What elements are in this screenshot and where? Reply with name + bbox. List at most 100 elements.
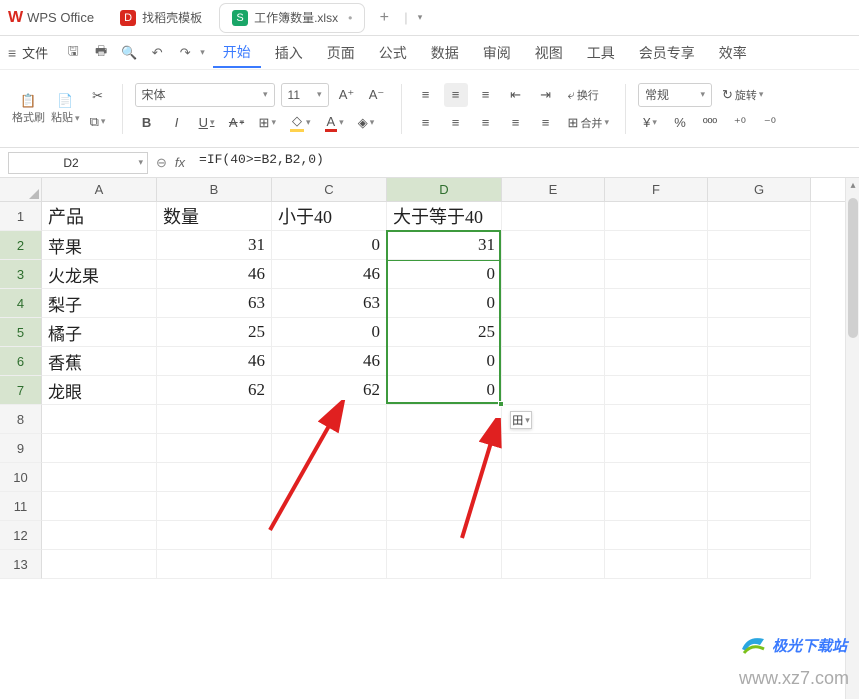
cell-B12[interactable] [157,521,272,550]
cell-B13[interactable] [157,550,272,579]
cell-C12[interactable] [272,521,387,550]
cell-F3[interactable] [605,260,708,289]
print-icon[interactable]: 🖶 [88,40,114,66]
cell-C1[interactable]: 小于40 [272,202,387,231]
copy-icon[interactable]: ⧉▾ [86,110,110,134]
scroll-thumb[interactable] [848,198,858,338]
new-tab-button[interactable]: + [374,8,394,28]
cell-D4[interactable]: 0 [387,289,502,318]
cell-B11[interactable] [157,492,272,521]
row-header-12[interactable]: 12 [0,521,42,550]
cell-D6[interactable]: 0 [387,347,502,376]
cell-G6[interactable] [708,347,811,376]
cell-G7[interactable] [708,376,811,405]
cell-C2[interactable]: 0 [272,231,387,260]
cell-E13[interactable] [502,550,605,579]
cell-E7[interactable] [502,376,605,405]
row-header-9[interactable]: 9 [0,434,42,463]
chevron-down-icon[interactable]: ▾ [418,12,423,23]
cell-A8[interactable] [42,405,157,434]
cell-F8[interactable] [605,405,708,434]
grow-font-icon[interactable]: A⁺ [335,83,359,107]
cell-D1[interactable]: 大于等于40 [387,202,502,231]
cell-A11[interactable] [42,492,157,521]
cell-G12[interactable] [708,521,811,550]
cell-D13[interactable] [387,550,502,579]
cell-C13[interactable] [272,550,387,579]
cell-D7[interactable]: 0 [387,376,502,405]
cell-C7[interactable]: 62 [272,376,387,405]
cell-G8[interactable] [708,405,811,434]
cell-F5[interactable] [605,318,708,347]
menu-view[interactable]: 视图 [525,39,573,67]
cell-B10[interactable] [157,463,272,492]
cell-G1[interactable] [708,202,811,231]
align-bottom-icon[interactable]: ≡ [474,83,498,107]
formula-input[interactable]: =IF(40>=B2,B2,0) [193,152,851,174]
cells-area[interactable]: 田▾ 产品数量小于40大于等于40苹果31031火龙果46460梨子63630橘… [42,202,811,579]
preview-icon[interactable]: 🔍 [116,40,142,66]
cell-C9[interactable] [272,434,387,463]
currency-icon[interactable]: ¥▾ [638,111,662,135]
cell-F13[interactable] [605,550,708,579]
cell-B3[interactable]: 46 [157,260,272,289]
menu-data[interactable]: 数据 [421,39,469,67]
cell-B2[interactable]: 31 [157,231,272,260]
cell-E10[interactable] [502,463,605,492]
cell-D12[interactable] [387,521,502,550]
row-header-8[interactable]: 8 [0,405,42,434]
align-left-icon[interactable]: ≡ [414,111,438,135]
file-menu[interactable]: 文件 [22,43,48,62]
cell-F2[interactable] [605,231,708,260]
cancel-formula-icon[interactable]: ⊖ [156,155,167,171]
row-header-2[interactable]: 2 [0,231,42,260]
fx-icon[interactable]: fx [175,155,185,170]
undo-icon[interactable]: ↶ [144,40,170,66]
align-top-icon[interactable]: ≡ [414,83,438,107]
cell-D8[interactable] [387,405,502,434]
cell-G3[interactable] [708,260,811,289]
row-header-10[interactable]: 10 [0,463,42,492]
row-header-5[interactable]: 5 [0,318,42,347]
align-center-icon[interactable]: ≡ [444,111,468,135]
cell-B1[interactable]: 数量 [157,202,272,231]
col-header-F[interactable]: F [605,178,708,201]
cell-B8[interactable] [157,405,272,434]
cell-G13[interactable] [708,550,811,579]
hamburger-icon[interactable]: ≡ [8,45,16,61]
cell-D9[interactable] [387,434,502,463]
row-header-4[interactable]: 4 [0,289,42,318]
menu-formula[interactable]: 公式 [369,39,417,67]
cell-E6[interactable] [502,347,605,376]
thousands-icon[interactable]: ººº [698,111,722,135]
cell-D2[interactable]: 31 [387,231,502,260]
row-header-1[interactable]: 1 [0,202,42,231]
menu-review[interactable]: 审阅 [473,39,521,67]
col-header-G[interactable]: G [708,178,811,201]
cell-A10[interactable] [42,463,157,492]
rotate-button[interactable]: ↻旋转▾ [718,83,767,107]
menu-insert[interactable]: 插入 [265,39,313,67]
cell-A9[interactable] [42,434,157,463]
row-header-13[interactable]: 13 [0,550,42,579]
cell-B6[interactable]: 46 [157,347,272,376]
cell-G9[interactable] [708,434,811,463]
cell-C6[interactable]: 46 [272,347,387,376]
cell-F6[interactable] [605,347,708,376]
cell-C8[interactable] [272,405,387,434]
cell-A5[interactable]: 橘子 [42,318,157,347]
cell-B7[interactable]: 62 [157,376,272,405]
cell-E5[interactable] [502,318,605,347]
cell-C3[interactable]: 46 [272,260,387,289]
cell-E4[interactable] [502,289,605,318]
row-header-7[interactable]: 7 [0,376,42,405]
col-header-D[interactable]: D [387,178,502,201]
dec-dec-icon[interactable]: ⁻⁰ [758,111,782,135]
wrap-button[interactable]: ⤶换行 [564,83,603,107]
shrink-font-icon[interactable]: A⁻ [365,83,389,107]
align-right-icon[interactable]: ≡ [474,111,498,135]
cell-F9[interactable] [605,434,708,463]
cell-F7[interactable] [605,376,708,405]
col-header-C[interactable]: C [272,178,387,201]
cell-C11[interactable] [272,492,387,521]
